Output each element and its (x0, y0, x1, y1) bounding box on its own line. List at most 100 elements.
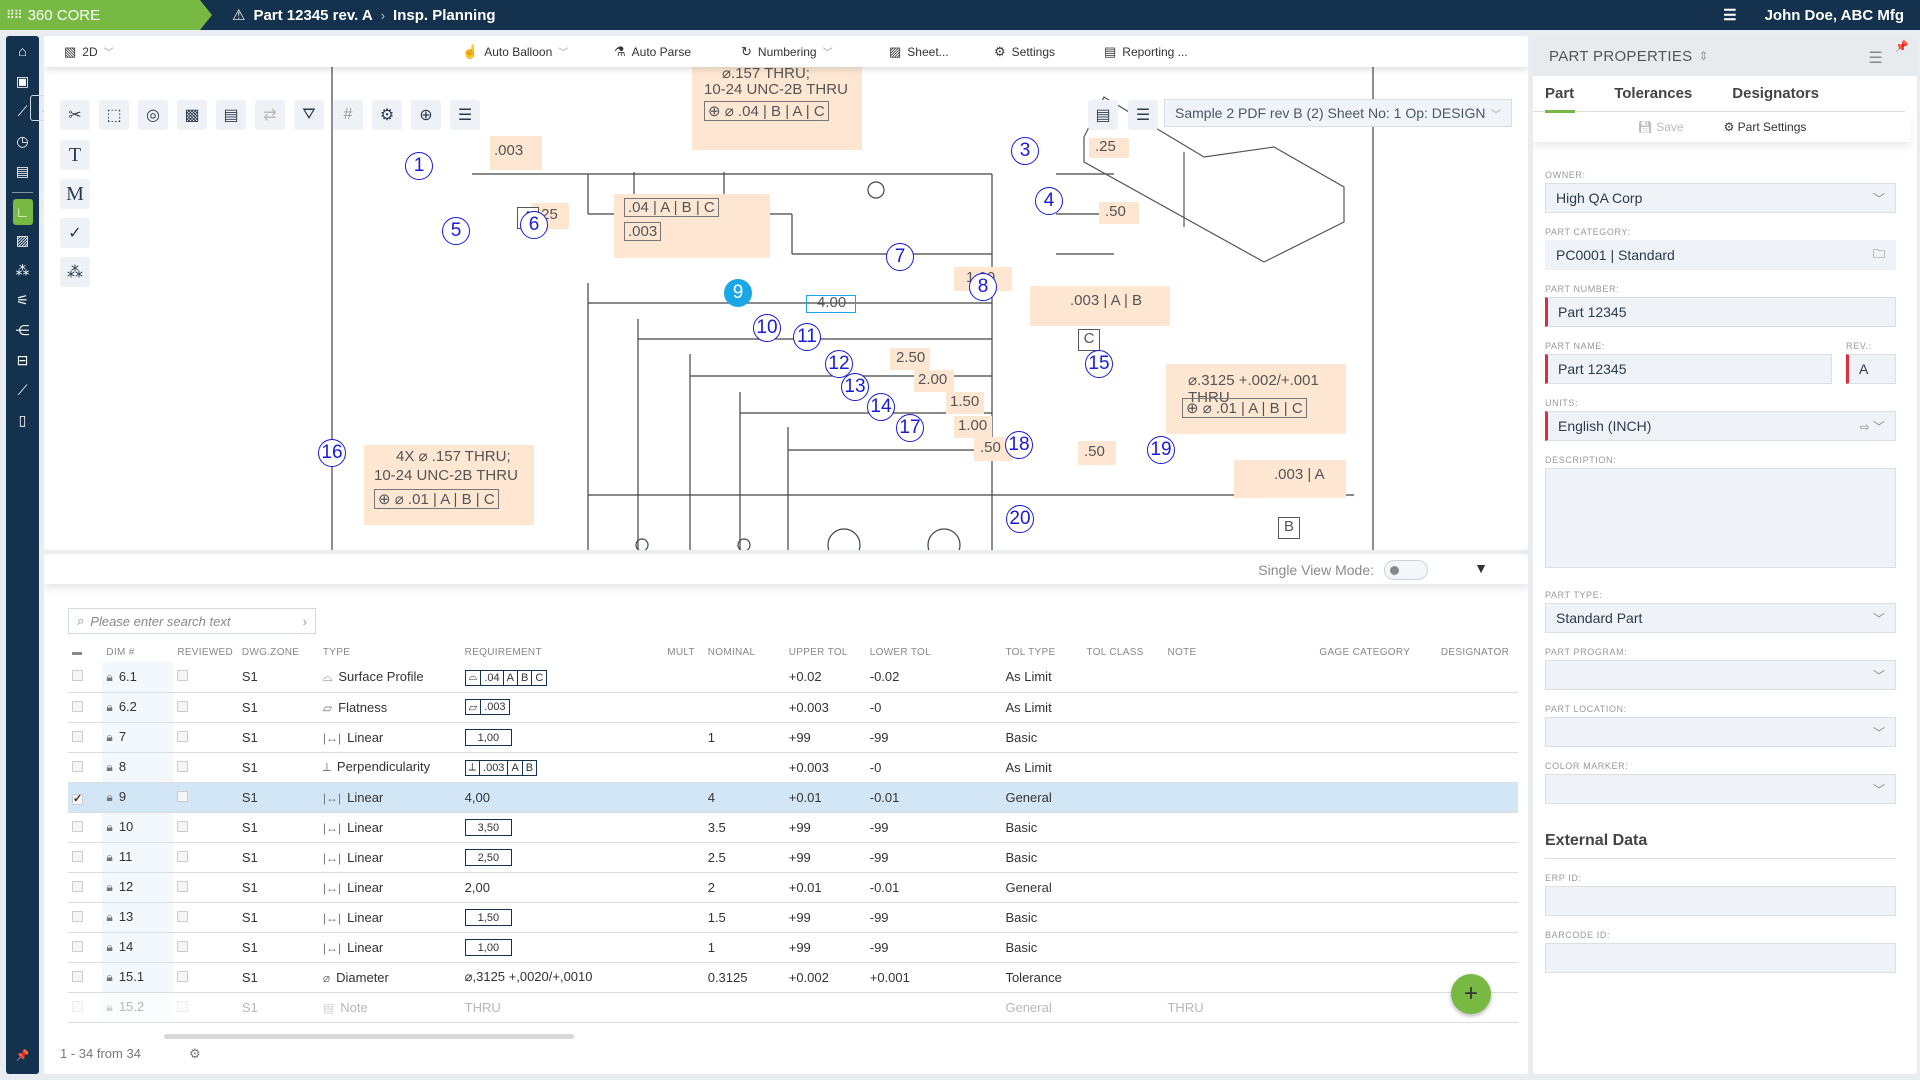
table-row[interactable]: 🔒︎ 7 S1 |↔| Linear 1,00 1 +99 -99 Basic (68, 722, 1518, 753)
column-header[interactable]: DESIGNATOR (1437, 642, 1518, 662)
requirement-cell[interactable]: ⌀,3125 +,0020/+,0010 (460, 962, 664, 993)
select-all-checkbox[interactable]: ▬ (68, 642, 102, 662)
user-name[interactable]: John Doe, ABC Mfg (1765, 7, 1904, 24)
balloon-1[interactable]: 1 (405, 152, 433, 180)
balloon-18[interactable]: 18 (1005, 431, 1033, 459)
pattern-tool-button[interactable]: ▩ (177, 100, 207, 130)
text-tool-button[interactable]: T (60, 140, 90, 170)
sort-icon[interactable]: ⇕ (1698, 49, 1708, 63)
annotation-dim-400-selected[interactable]: 4.00 (806, 294, 856, 313)
reviewed-checkbox[interactable] (177, 670, 189, 682)
barcode-id-input[interactable] (1545, 943, 1896, 973)
category-field[interactable]: PC0001 | Standard 🗀 (1545, 240, 1896, 270)
balloon-15[interactable]: 15 (1085, 350, 1113, 378)
server-icon[interactable]: ☰ (1723, 6, 1736, 24)
brand-logo[interactable]: ⠿⠿ 360 CORE (0, 0, 212, 30)
row-checkbox[interactable] (72, 1000, 83, 1012)
convert-chevron-icon[interactable]: ⇨ ﹀ (1860, 418, 1885, 435)
select-region-tool-button[interactable]: ⬚ (99, 100, 129, 130)
reviewed-checkbox[interactable] (177, 820, 189, 832)
annotation-dim-150[interactable]: 1.50 (946, 392, 984, 414)
nav-network-icon[interactable]: ⋲ (6, 315, 39, 345)
column-header[interactable]: MULT (663, 642, 704, 662)
table-row[interactable]: 🔒︎ 6.2 S1 ▱ Flatness ▱ .003 +0.003 -0 As Limit (68, 692, 1518, 723)
column-header[interactable]: DWG.ZONE (238, 642, 319, 662)
lock-icon[interactable]: 🔒︎ (106, 850, 112, 864)
save-button[interactable]: 💾︎ Save (1638, 120, 1684, 134)
annotation-perpendicularity[interactable]: .003 | A | B (1030, 286, 1170, 326)
numbering-button[interactable]: ↻ Numbering ﹀ (741, 36, 833, 67)
reviewed-checkbox[interactable] (177, 970, 189, 982)
annotation-dim-250[interactable]: 2.50 (890, 348, 930, 370)
gear-tool-button[interactable]: ⚙ (372, 100, 402, 130)
reviewed-checkbox[interactable] (177, 760, 189, 772)
row-checkbox[interactable]: ✓ (72, 793, 83, 805)
lock-icon[interactable]: 🔒︎ (106, 820, 112, 834)
color-marker-select[interactable]: ﹀ (1545, 774, 1896, 804)
reviewed-checkbox[interactable] (177, 790, 189, 802)
units-select[interactable]: English (INCH) ⇨ ﹀ (1545, 411, 1896, 441)
column-header[interactable]: NOMINAL (704, 642, 785, 662)
reporting-button[interactable]: ▤ Reporting ... (1104, 36, 1188, 67)
balloon-4[interactable]: 4 (1035, 187, 1063, 215)
annotation-dim-100b[interactable]: 1.00 (954, 416, 992, 438)
reviewed-checkbox[interactable] (177, 1000, 189, 1012)
row-checkbox[interactable] (72, 850, 83, 862)
nav-home-icon[interactable]: ⌂ (6, 36, 39, 66)
balloon-11[interactable]: 11 (793, 323, 821, 351)
part-name-input[interactable]: Part 12345 (1545, 354, 1832, 384)
drawing-canvas[interactable]: ✂ ⬚ ◎ ▩ ▤ ⇄ ⛛ # ⚙ ⊕ ☰ T M ✓ ⁂ ▤ ☰ Sample… (44, 65, 1528, 550)
lock-icon[interactable]: 🔒︎ (106, 790, 112, 804)
table-row[interactable]: 🔒︎ 15.2 S1 ▤ Note THRU General THRU (68, 992, 1518, 1023)
requirement-cell[interactable]: 2,50 (460, 842, 664, 873)
annotation-dim-50[interactable]: .50 (1099, 202, 1139, 224)
nav-report-icon[interactable]: ▯ (6, 405, 39, 435)
balloon-8[interactable]: 8 (969, 273, 997, 301)
auto-balloon-button[interactable]: ☝ Auto Balloon ﹀ (462, 36, 568, 67)
part-settings-button[interactable]: ⚙ Part Settings (1724, 120, 1807, 134)
column-header[interactable]: REVIEWED (173, 642, 238, 662)
lock-icon[interactable]: 🔒︎ (106, 910, 112, 924)
row-checkbox[interactable] (72, 940, 83, 952)
balloon-13[interactable]: 13 (841, 373, 869, 401)
tab-designators[interactable]: Designators (1732, 76, 1819, 112)
column-header[interactable]: GAGE CATEGORY (1315, 642, 1437, 662)
annotation-4x-hole-callout[interactable]: 4X ⌀ .157 THRU; 10-24 UNC-2B THRU ⊕ ⌀ .0… (364, 445, 534, 525)
column-header[interactable]: TYPE (319, 642, 461, 662)
column-header[interactable]: DIM # (102, 642, 173, 662)
column-header[interactable]: UPPER TOL (785, 642, 866, 662)
components-tool-button[interactable]: ⁂ (60, 257, 90, 287)
table-row[interactable]: ✓ 🔒︎ 9 S1 |↔| Linear 4,00 4 +0.01 -0.01 General (68, 782, 1518, 813)
sheet-button[interactable]: ▨ Sheet... (889, 36, 949, 67)
sheet-select[interactable]: Sample 2 PDF rev B (2) Sheet No: 1 Op: D… (1164, 99, 1512, 127)
horizontal-scrollbar[interactable] (164, 1034, 574, 1039)
description-textarea[interactable] (1545, 468, 1896, 568)
grid-search-input[interactable]: ⌕ Please enter search text › (68, 608, 316, 634)
balloon-6[interactable]: 6 (520, 211, 548, 239)
part-type-select[interactable]: Standard Part ﹀ (1545, 603, 1896, 633)
swap-tool-button[interactable]: ⇄ (255, 100, 285, 130)
table-row[interactable]: 🔒︎ 8 S1 ⟂ Perpendicularity ⟂ .003 A B +0.003 -0 As … (68, 752, 1518, 783)
table-row[interactable]: 🔒︎ 10 S1 |↔| Linear 3,50 3.5 +99 -99 Basic (68, 812, 1518, 843)
column-header[interactable]: TOL CLASS (1082, 642, 1163, 662)
row-checkbox[interactable] (72, 730, 83, 742)
grid-tool-button[interactable]: # (333, 100, 363, 130)
lock-icon[interactable]: 🔒︎ (106, 760, 112, 774)
lock-icon[interactable]: 🔒︎ (106, 1000, 112, 1014)
requirement-cell[interactable]: 1,50 (460, 902, 664, 933)
pin-icon[interactable]: 📌 (1895, 40, 1909, 53)
row-checkbox[interactable] (72, 700, 83, 712)
lock-icon[interactable]: 🔒︎ (106, 670, 112, 684)
nav-inspection-planning-icon[interactable]: ∟ (12, 199, 33, 225)
part-number-input[interactable]: Part 12345 (1545, 297, 1896, 327)
nav-cubes-icon[interactable]: ⁂ (6, 255, 39, 285)
balloon-20[interactable]: 20 (1006, 505, 1034, 533)
reviewed-checkbox[interactable] (177, 910, 189, 922)
view-mode-dropdown[interactable]: ▧ 2D ﹀ (64, 36, 114, 67)
balloon-7[interactable]: 7 (886, 243, 914, 271)
balloon-16[interactable]: 16 (318, 439, 346, 467)
page-view-button[interactable]: ▤ (1088, 100, 1118, 130)
measure-tool-button[interactable]: M (60, 179, 90, 209)
row-checkbox[interactable] (72, 820, 83, 832)
balloon-10[interactable]: 10 (753, 314, 781, 342)
